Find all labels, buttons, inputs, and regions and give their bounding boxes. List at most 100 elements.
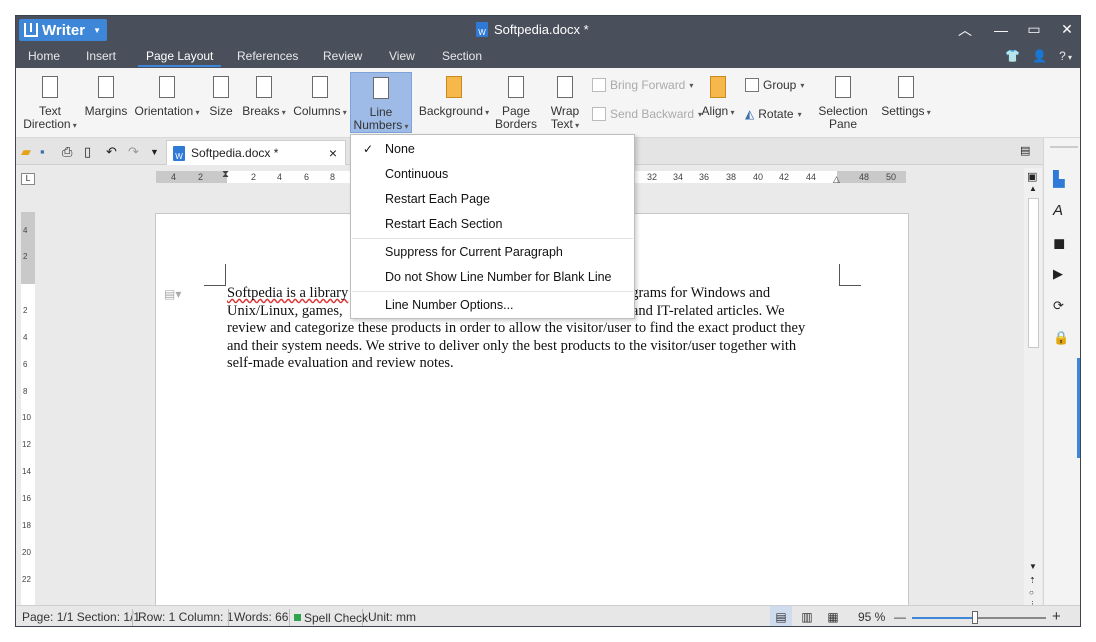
document-icon: W bbox=[173, 145, 185, 161]
zoom-out-button[interactable]: — bbox=[894, 606, 906, 626]
orientation-button[interactable]: Orientation ▾ bbox=[132, 74, 202, 119]
text-segment: Unix/Linux, games, bbox=[227, 302, 343, 319]
menu-item-restart-each-section[interactable]: Restart Each Section bbox=[351, 213, 634, 235]
menu-item-restart-each-page[interactable]: Restart Each Page bbox=[351, 188, 634, 210]
menu-bar: Home Insert Page Layout References Revie… bbox=[16, 43, 1080, 68]
select-browse-icon[interactable]: ○ bbox=[1029, 588, 1034, 597]
text-line: and their system needs. We strive to del… bbox=[227, 337, 797, 354]
document-lock-icon[interactable]: 🔒 bbox=[1053, 330, 1071, 348]
zoom-level[interactable]: 95 % bbox=[858, 606, 885, 626]
tab-home[interactable]: Home bbox=[16, 43, 72, 68]
wrap-text-button[interactable]: Wrap Text ▾ bbox=[544, 74, 586, 132]
tab-stop-selector[interactable]: L bbox=[21, 173, 35, 185]
tab-review[interactable]: Review bbox=[311, 43, 374, 68]
style-icon[interactable]: A bbox=[1053, 202, 1071, 220]
ruler-tick: 20 bbox=[22, 548, 31, 557]
indent-marker[interactable]: ⧗ bbox=[222, 169, 229, 180]
send-backward-button[interactable]: Send Backward ▾ bbox=[592, 107, 702, 121]
menu-item-line-number-options[interactable]: Line Number Options... bbox=[351, 294, 634, 316]
web-view-icon[interactable]: ▦ bbox=[824, 606, 842, 626]
spell-check-status-icon bbox=[294, 614, 301, 621]
line-numbers-button[interactable]: Line Numbers ▾ bbox=[350, 72, 412, 133]
paragraph-handle-icon[interactable]: ▤▾ bbox=[164, 287, 181, 301]
spell-check-button[interactable]: Spell Check bbox=[294, 606, 368, 626]
group-button[interactable]: Group ▾ bbox=[745, 78, 804, 92]
sidebar-expand-handle[interactable] bbox=[1077, 358, 1080, 458]
customize-toolbar-icon[interactable]: ▼ bbox=[150, 147, 159, 157]
ruler-tick: 34 bbox=[673, 172, 684, 182]
tab-references[interactable]: References bbox=[225, 43, 310, 68]
select-icon[interactable]: ▶ bbox=[1053, 266, 1071, 284]
sidebar-divider bbox=[1050, 146, 1078, 148]
redo-icon[interactable]: ↷ bbox=[128, 144, 139, 160]
close-tab-button[interactable]: × bbox=[329, 145, 337, 161]
tab-view[interactable]: View bbox=[377, 43, 427, 68]
zoom-in-button[interactable]: + bbox=[1052, 606, 1061, 626]
ribbon: Text Direction ▾ Margins Orientation ▾ S… bbox=[16, 68, 1080, 138]
skin-icon[interactable]: 👕 bbox=[1005, 49, 1020, 63]
menu-item-suppress-paragraph[interactable]: Suppress for Current Paragraph bbox=[351, 241, 634, 263]
settings-button[interactable]: Settings ▾ bbox=[878, 74, 934, 119]
ruler-tick: 22 bbox=[22, 575, 31, 584]
minimize-button[interactable]: — bbox=[986, 16, 1016, 43]
menu-item-no-blank-line-number[interactable]: Do not Show Line Number for Blank Line bbox=[351, 266, 634, 288]
tab-page-layout[interactable]: Page Layout bbox=[134, 43, 225, 68]
align-button[interactable]: Align ▾ bbox=[698, 74, 738, 119]
open-folder-icon[interactable]: ▰ bbox=[21, 144, 31, 160]
background-button[interactable]: Background ▾ bbox=[418, 74, 490, 119]
vertical-ruler: 4 2 2 4 6 8 10 12 14 16 18 20 22 bbox=[21, 212, 35, 605]
user-icon[interactable]: 👤 bbox=[1032, 49, 1047, 63]
maximize-button[interactable]: ▭ bbox=[1019, 16, 1049, 43]
columns-button[interactable]: Columns ▾ bbox=[292, 74, 348, 119]
document-tab[interactable]: W Softpedia.docx * × bbox=[166, 140, 346, 165]
size-button[interactable]: Size bbox=[206, 74, 236, 118]
bring-forward-button[interactable]: Bring Forward ▾ bbox=[592, 78, 693, 92]
bookmark-icon[interactable]: ▣ bbox=[1027, 170, 1037, 183]
breaks-button[interactable]: Breaks ▾ bbox=[240, 74, 288, 119]
chevron-down-icon: ▾ bbox=[924, 108, 931, 117]
rotate-button[interactable]: ◭ Rotate ▾ bbox=[745, 107, 802, 121]
collapse-ribbon-button[interactable]: ︿ bbox=[950, 16, 980, 43]
document-icon: W bbox=[476, 22, 488, 37]
outline-view-icon[interactable]: ▥ bbox=[798, 606, 816, 626]
page-view-icon[interactable]: ▤ bbox=[770, 606, 792, 626]
scroll-down-icon[interactable]: ▼ bbox=[1029, 562, 1037, 571]
divider bbox=[289, 609, 290, 626]
chevron-down-icon: ▾ bbox=[340, 108, 347, 117]
tab-insert[interactable]: Insert bbox=[74, 43, 128, 68]
menu-item-continuous[interactable]: Continuous bbox=[351, 163, 634, 185]
print-icon[interactable]: ⎙ bbox=[62, 144, 72, 160]
menu-item-none[interactable]: None bbox=[351, 138, 634, 160]
selection-pane-button[interactable]: Selection Pane bbox=[816, 74, 870, 131]
help-icon: ? bbox=[1059, 48, 1066, 63]
scroll-up-icon[interactable]: ▲ bbox=[1029, 184, 1037, 193]
tab-list-icon[interactable]: ▤ bbox=[1020, 144, 1030, 157]
scrollbar-thumb[interactable] bbox=[1028, 198, 1039, 348]
shapes-icon[interactable]: ◼ bbox=[1053, 234, 1071, 252]
ruler-tick: 48 bbox=[859, 172, 870, 182]
zoom-slider-thumb[interactable] bbox=[972, 611, 978, 624]
tab-section[interactable]: Section bbox=[430, 43, 494, 68]
zoom-slider-fill bbox=[912, 617, 972, 619]
ruler-tick: 6 bbox=[23, 360, 28, 369]
ruler-tick: 44 bbox=[806, 172, 817, 182]
undo-icon[interactable]: ↶ bbox=[106, 144, 117, 160]
page-borders-button[interactable]: Page Borders bbox=[494, 74, 538, 131]
word-count[interactable]: Words: 66 bbox=[234, 606, 288, 626]
margins-icon bbox=[93, 74, 119, 102]
app-menu-button[interactable]: Writer ▼ bbox=[19, 19, 107, 41]
ruler-margin bbox=[156, 171, 227, 183]
ruler-tick: 40 bbox=[753, 172, 764, 182]
help-button[interactable]: ? ▾ bbox=[1059, 49, 1072, 63]
prev-page-icon[interactable]: ⇡ bbox=[1029, 576, 1036, 585]
right-indent-marker[interactable]: △ bbox=[833, 174, 840, 185]
print-preview-icon[interactable]: ▯ bbox=[84, 144, 91, 160]
text-direction-button[interactable]: Text Direction ▾ bbox=[22, 74, 78, 132]
new-document-icon[interactable]: ▙ bbox=[1053, 170, 1071, 188]
vertical-scrollbar[interactable]: ▣ ▲ ▼ ⇡ ○ ⇣ bbox=[1024, 168, 1042, 609]
chevron-down-icon: ▾ bbox=[800, 80, 805, 90]
margins-button[interactable]: Margins bbox=[84, 74, 128, 118]
save-icon[interactable]: ▪ bbox=[40, 144, 45, 159]
backup-icon[interactable]: ⟳ bbox=[1053, 298, 1071, 316]
close-button[interactable]: ✕ bbox=[1052, 16, 1080, 43]
